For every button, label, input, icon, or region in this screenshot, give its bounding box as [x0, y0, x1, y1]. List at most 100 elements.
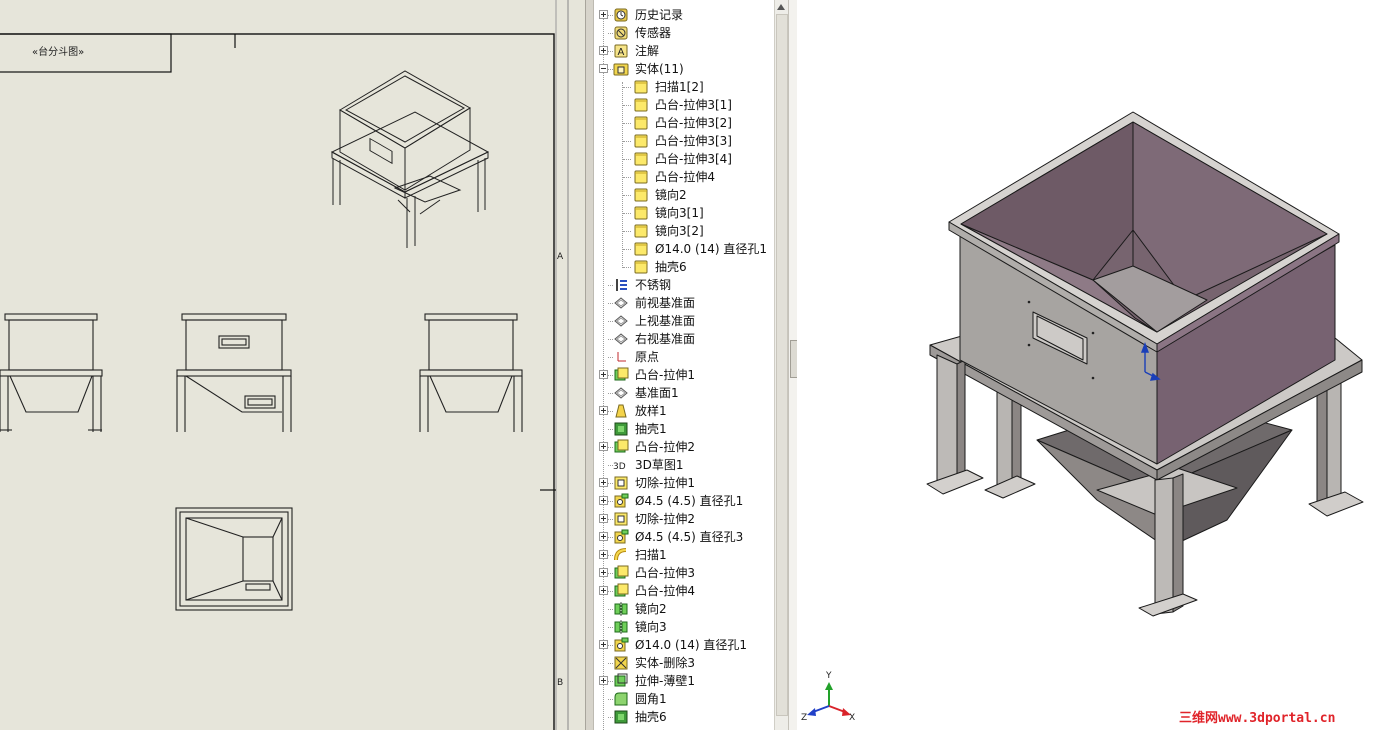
tree-item-label: 抽壳6 — [655, 260, 687, 274]
expand-plus-icon[interactable] — [599, 370, 608, 379]
tree-item-label: 实体-删除3 — [635, 656, 695, 670]
expand-plus-icon[interactable] — [599, 514, 608, 523]
tree-item[interactable]: 凸台-拉伸1 — [594, 366, 774, 384]
tree-item[interactable]: 实体-删除3 — [594, 654, 774, 672]
scroll-thumb[interactable] — [776, 14, 788, 716]
drawing-sheet[interactable]: «台分斗图» A B — [0, 0, 585, 730]
tree-item[interactable]: 镜向3[1] — [594, 204, 774, 222]
tree-item[interactable]: 不锈钢 — [594, 276, 774, 294]
tree-item-label: 扫描1[2] — [655, 80, 704, 94]
tree-item[interactable]: 抽壳6 — [594, 258, 774, 276]
solid-body-icon — [634, 242, 648, 256]
solid-body-icon — [634, 152, 648, 166]
tree-item[interactable]: Ø14.0 (14) 直径孔1 — [594, 240, 774, 258]
collapse-minus-icon[interactable] — [599, 64, 608, 73]
isometric-view-drawing — [330, 70, 490, 248]
tree-item[interactable]: 放样1 — [594, 402, 774, 420]
model-canvas — [807, 111, 1364, 716]
tree-item[interactable]: 抽壳6 — [594, 708, 774, 726]
expand-plus-icon[interactable] — [599, 586, 608, 595]
svg-text:3D: 3D — [613, 462, 626, 472]
expand-plus-icon[interactable] — [599, 676, 608, 685]
expand-plus-icon[interactable] — [599, 10, 608, 19]
tree-item[interactable]: 3D 3D草图1 — [594, 456, 774, 474]
solid-body-icon — [634, 170, 648, 184]
expand-plus-icon[interactable] — [599, 406, 608, 415]
svg-text:A: A — [618, 47, 625, 58]
panel-splitter[interactable] — [788, 0, 798, 730]
tree-item[interactable]: 右视基准面 — [594, 330, 774, 348]
extrude-boss-icon — [614, 367, 629, 381]
tree-item-label: 凸台-拉伸3[2] — [655, 116, 732, 130]
tree-item[interactable]: 抽壳1 — [594, 420, 774, 438]
triad-z-label: Z — [801, 713, 808, 723]
drawing-splitter[interactable] — [585, 0, 594, 730]
tree-item[interactable]: 切除-拉伸1 — [594, 474, 774, 492]
tree-scrollbar[interactable] — [774, 0, 788, 730]
tree-item[interactable]: 凸台-拉伸3 — [594, 564, 774, 582]
tree-item[interactable]: 镜向3[2] — [594, 222, 774, 240]
expand-plus-icon[interactable] — [599, 496, 608, 505]
tree-item[interactable]: Ø4.5 (4.5) 直径孔3 — [594, 528, 774, 546]
tree-item[interactable]: 凸台-拉伸3[1] — [594, 96, 774, 114]
tree-item[interactable]: 拉伸-薄壁1 — [594, 672, 774, 690]
solid-body-icon — [634, 260, 648, 274]
scroll-up-arrow-icon[interactable] — [777, 4, 785, 10]
expand-plus-icon[interactable] — [599, 478, 608, 487]
tree-item[interactable]: 扫描1 — [594, 546, 774, 564]
tree-item[interactable]: 凸台-拉伸2 — [594, 438, 774, 456]
tree-item[interactable]: Ø4.5 (4.5) 直径孔1 — [594, 492, 774, 510]
mirror-icon — [614, 602, 628, 616]
tree-item[interactable]: 凸台-拉伸4 — [594, 168, 774, 186]
feature-tree[interactable]: 历史记录传感器 A 注解实体(11) 扫描1[2] 凸台-拉伸3[1] 凸台-拉伸3[2]… — [594, 0, 774, 730]
tree-item[interactable]: 镜向2 — [594, 186, 774, 204]
tree-item-label: Ø4.5 (4.5) 直径孔1 — [635, 494, 744, 508]
tree-item-label: 凸台-拉伸3[3] — [655, 134, 732, 148]
tree-item-label: 扫描1 — [635, 548, 667, 562]
tree-item[interactable]: 基准面1 — [594, 384, 774, 402]
tree-item-label: 切除-拉伸2 — [635, 512, 695, 526]
tree-item-label: 历史记录 — [635, 8, 684, 22]
shell-icon — [614, 710, 628, 724]
tree-item[interactable]: 历史记录 — [594, 6, 774, 24]
tree-item[interactable]: 镜向2 — [594, 600, 774, 618]
front-view-drawing — [176, 313, 292, 432]
tree-item[interactable]: 实体(11) — [594, 60, 774, 78]
tree-item[interactable]: A 注解 — [594, 42, 774, 60]
expand-plus-icon[interactable] — [599, 550, 608, 559]
tree-item[interactable]: 原点 — [594, 348, 774, 366]
expand-plus-icon[interactable] — [599, 640, 608, 649]
tree-item-label: 凸台-拉伸3 — [635, 566, 695, 580]
tree-item[interactable]: 传感器 — [594, 24, 774, 42]
tree-item[interactable]: 扫描1[2] — [594, 78, 774, 96]
tree-item-label: 凸台-拉伸2 — [635, 440, 695, 454]
plane-icon — [614, 387, 628, 399]
extrude-boss-icon — [614, 583, 629, 597]
tree-item[interactable]: 圆角1 — [594, 690, 774, 708]
tree-item[interactable]: 切除-拉伸2 — [594, 510, 774, 528]
graphics-viewport[interactable]: Y X Z 三维网www.3dportal.cn — [797, 0, 1398, 730]
sensor-icon — [614, 26, 628, 40]
tree-item-label: 实体(11) — [635, 62, 684, 76]
expand-plus-icon[interactable] — [599, 532, 608, 541]
tree-item[interactable]: 凸台-拉伸3[3] — [594, 132, 774, 150]
tree-item-label: Ø4.5 (4.5) 直径孔3 — [635, 530, 744, 544]
solid-body-icon — [634, 188, 648, 202]
tree-item[interactable]: 镜向3 — [594, 618, 774, 636]
expand-plus-icon[interactable] — [599, 568, 608, 577]
expand-plus-icon[interactable] — [599, 442, 608, 451]
tree-item[interactable]: 凸台-拉伸4 — [594, 582, 774, 600]
tree-item[interactable]: 凸台-拉伸3[4] — [594, 150, 774, 168]
fillet-icon — [614, 692, 628, 706]
tree-item[interactable]: 凸台-拉伸3[2] — [594, 114, 774, 132]
tree-item[interactable]: 前视基准面 — [594, 294, 774, 312]
solid-body-icon — [634, 98, 648, 112]
expand-plus-icon[interactable] — [599, 46, 608, 55]
tree-connector — [623, 267, 631, 268]
solid-body-icon — [634, 134, 648, 148]
view-triad — [807, 682, 851, 716]
tree-item[interactable]: Ø14.0 (14) 直径孔1 — [594, 636, 774, 654]
tree-item[interactable]: 上视基准面 — [594, 312, 774, 330]
tree-item-label: 圆角1 — [635, 692, 667, 706]
shell-icon — [614, 422, 628, 436]
